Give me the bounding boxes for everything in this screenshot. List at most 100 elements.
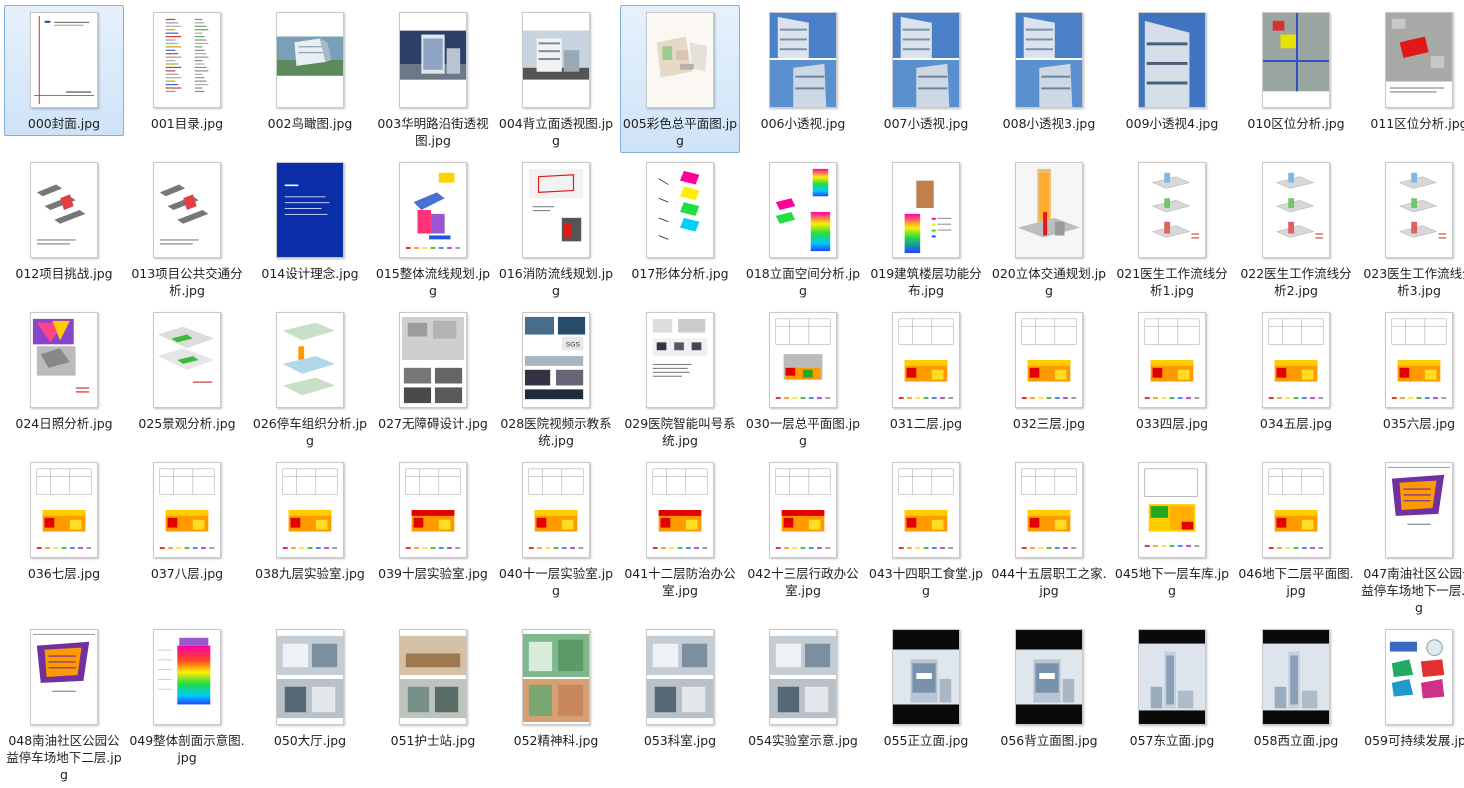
file-thumbnail-area	[1237, 156, 1355, 264]
file-item[interactable]: 038九层实验室.jpg	[250, 455, 370, 603]
file-item[interactable]: 024日照分析.jpg	[4, 305, 124, 436]
file-item[interactable]: 059可持续发展.jpg	[1359, 622, 1464, 770]
file-item[interactable]: 031二层.jpg	[866, 305, 986, 436]
image-thumbnail	[30, 12, 98, 108]
file-item[interactable]: 027无障碍设计.jpg	[373, 305, 493, 453]
file-item[interactable]: 052精神科.jpg	[496, 622, 616, 753]
file-item[interactable]: 026停车组织分析.jpg	[250, 305, 370, 453]
file-item[interactable]: 001目录.jpg	[127, 5, 247, 136]
file-item[interactable]: 003华明路沿街透视图.jpg	[373, 5, 493, 153]
file-item[interactable]: 032三层.jpg	[989, 305, 1109, 436]
image-thumbnail	[769, 12, 837, 108]
file-name-label: 017形体分析.jpg	[631, 266, 729, 281]
image-thumbnail	[276, 462, 344, 558]
image-thumbnail	[522, 629, 590, 725]
file-item[interactable]: 047南油社区公园公益停车场地下一层.jpg	[1359, 455, 1464, 615]
file-item[interactable]: 051护士站.jpg	[373, 622, 493, 753]
file-name-label: 006小透视.jpg	[760, 116, 846, 131]
image-thumbnail	[276, 629, 344, 725]
file-item[interactable]: 045地下一层车库.jpg	[1112, 455, 1232, 603]
image-thumbnail: SGS	[522, 312, 590, 408]
file-item[interactable]: 050大厅.jpg	[250, 622, 370, 753]
file-thumbnail-area	[621, 306, 739, 414]
file-item[interactable]: 011区位分析.jpg	[1359, 5, 1464, 136]
file-item[interactable]: 056背立面图.jpg	[989, 622, 1109, 753]
file-item[interactable]: 022医生工作流线分析2.jpg	[1236, 155, 1356, 303]
file-name-label: 018立面空间分析.jpg	[745, 266, 861, 298]
file-item[interactable]: 037八层.jpg	[127, 455, 247, 586]
file-thumbnail-area	[744, 6, 862, 114]
file-item[interactable]: 035六层.jpg	[1359, 305, 1464, 436]
file-item[interactable]: 036七层.jpg	[4, 455, 124, 586]
file-item[interactable]: 004背立面透视图.jpg	[496, 5, 616, 153]
file-thumbnail-area	[5, 6, 123, 114]
file-thumbnail-area	[990, 306, 1108, 414]
file-item[interactable]: 013项目公共交通分析.jpg	[127, 155, 247, 303]
file-item[interactable]: 058西立面.jpg	[1236, 622, 1356, 753]
file-item[interactable]: 012项目挑战.jpg	[4, 155, 124, 286]
file-name-label: 013项目公共交通分析.jpg	[131, 266, 243, 298]
file-item[interactable]: 053科室.jpg	[620, 622, 740, 753]
image-thumbnail	[153, 162, 221, 258]
file-item[interactable]: 039十层实验室.jpg	[373, 455, 493, 603]
file-item[interactable]: 018立面空间分析.jpg	[743, 155, 863, 303]
file-item[interactable]: 016消防流线规划.jpg	[496, 155, 616, 303]
file-item[interactable]: 002鸟瞰图.jpg	[250, 5, 370, 136]
file-item[interactable]: 015整体流线规划.jpg	[373, 155, 493, 303]
file-item[interactable]: 042十三层行政办公室.jpg	[743, 455, 863, 603]
file-item[interactable]: 007小透视.jpg	[866, 5, 986, 136]
file-item[interactable]: 019建筑楼层功能分布.jpg	[866, 155, 986, 303]
file-item[interactable]: 043十四职工食堂.jpg	[866, 455, 986, 603]
file-name-label: 049整体剖面示意图.jpg	[129, 733, 245, 765]
file-name-label: 005彩色总平面图.jpg	[622, 116, 738, 148]
file-item[interactable]: 017形体分析.jpg	[620, 155, 740, 286]
file-thumbnail-area	[990, 623, 1108, 731]
file-item[interactable]: 021医生工作流线分析1.jpg	[1112, 155, 1232, 303]
image-thumbnail	[399, 629, 467, 725]
file-item[interactable]: 054实验室示意.jpg	[743, 622, 863, 770]
file-item[interactable]: 033四层.jpg	[1112, 305, 1232, 436]
file-name-label: 037八层.jpg	[150, 566, 224, 581]
file-item[interactable]: 046地下二层平面图.jpg	[1236, 455, 1356, 603]
image-thumbnail	[1385, 629, 1453, 725]
image-thumbnail	[1262, 162, 1330, 258]
file-item[interactable]: 020立体交通规划.jpg	[989, 155, 1109, 303]
file-item[interactable]: 029医院智能叫号系统.jpg	[620, 305, 740, 453]
image-thumbnail	[769, 312, 837, 408]
file-item[interactable]: SGS 028医院视频示教系统.jpg	[496, 305, 616, 453]
file-item[interactable]: 006小透视.jpg	[743, 5, 863, 136]
image-thumbnail	[30, 629, 98, 725]
file-item[interactable]: 000封面.jpg	[4, 5, 124, 136]
file-item[interactable]: 040十一层实验室.jpg	[496, 455, 616, 603]
image-thumbnail	[892, 162, 960, 258]
file-thumbnail-area	[867, 623, 985, 731]
file-name-label: 057东立面.jpg	[1129, 733, 1215, 748]
file-item[interactable]: 023医生工作流线分析3.jpg	[1359, 155, 1464, 303]
file-item[interactable]: 010区位分析.jpg	[1236, 5, 1356, 136]
image-thumbnail	[1138, 162, 1206, 258]
file-thumbnail-area	[744, 456, 862, 564]
image-thumbnail	[276, 312, 344, 408]
image-thumbnail	[153, 12, 221, 108]
file-name-label: 047南油社区公园公益停车场地下一层.jpg	[1361, 566, 1464, 615]
file-item[interactable]: 057东立面.jpg	[1112, 622, 1232, 753]
image-thumbnail	[399, 312, 467, 408]
file-item[interactable]: 014设计理念.jpg	[250, 155, 370, 286]
image-thumbnail	[892, 462, 960, 558]
file-thumbnail-area	[374, 156, 492, 264]
file-item[interactable]: 049整体剖面示意图.jpg	[127, 622, 247, 770]
file-item[interactable]: 030一层总平面图.jpg	[743, 305, 863, 453]
file-name-label: 033四层.jpg	[1135, 416, 1209, 431]
file-item[interactable]: 009小透视4.jpg	[1112, 5, 1232, 136]
file-name-label: 016消防流线规划.jpg	[498, 266, 614, 298]
file-item[interactable]: 048南油社区公园公益停车场地下二层.jpg	[4, 622, 124, 782]
file-name-label: 034五层.jpg	[1259, 416, 1333, 431]
file-item[interactable]: 034五层.jpg	[1236, 305, 1356, 436]
file-item[interactable]: 044十五层职工之家.jpg	[989, 455, 1109, 603]
file-item[interactable]: 008小透视3.jpg	[989, 5, 1109, 136]
file-item[interactable]: 055正立面.jpg	[866, 622, 986, 753]
file-item[interactable]: 025景观分析.jpg	[127, 305, 247, 436]
file-name-label: 029医院智能叫号系统.jpg	[624, 416, 736, 448]
file-item[interactable]: 041十二层防治办公室.jpg	[620, 455, 740, 603]
file-item[interactable]: 005彩色总平面图.jpg	[620, 5, 740, 153]
